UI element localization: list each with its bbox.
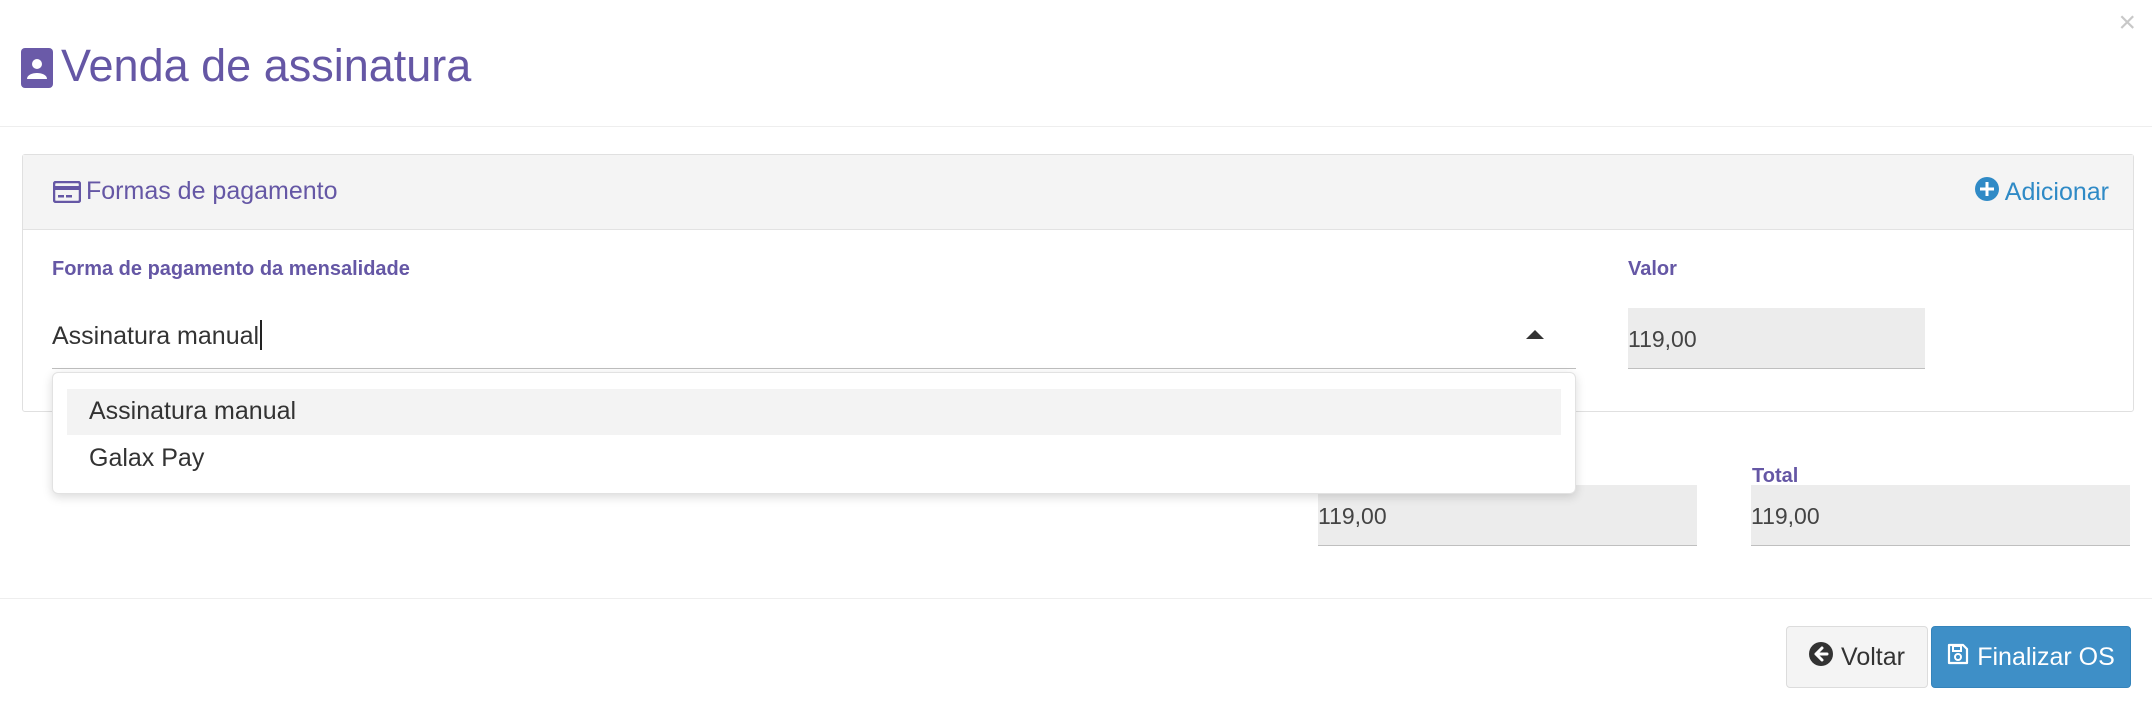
save-icon [1947,643,1969,672]
total-field-text: 119,00 [1751,503,1820,529]
payment-method-label: Forma de pagamento da mensalidade [52,258,410,280]
payment-method-dropdown: Assinatura manual Galax Pay [52,372,1576,494]
payment-method-value-wrap: Assinatura manual [52,320,263,351]
dropdown-option-assinatura-manual[interactable]: Assinatura manual [67,389,1561,435]
payments-panel-title: Formas de pagamento [86,177,338,205]
back-button-label: Voltar [1841,642,1905,671]
payments-panel-header: Formas de pagamento Adicionar [23,155,2133,230]
value-field-text: 119,00 [1628,326,1697,352]
dropdown-option-galax-pay[interactable]: Galax Pay [67,436,1561,482]
subtotal-field-text: 119,00 [1318,503,1387,529]
subtotal-field[interactable]: 119,00 [1318,485,1697,546]
finish-button-label: Finalizar OS [1977,642,2115,671]
modal-header: Venda de assinatura [0,0,2152,127]
caret-up-icon[interactable] [1526,330,1544,339]
add-payment-button[interactable]: Adicionar [1974,177,2109,208]
value-field[interactable]: 119,00 [1628,308,1925,369]
user-card-icon [21,48,53,88]
total-field[interactable]: 119,00 [1751,485,2130,546]
value-label: Valor [1628,258,1677,280]
payment-method-select[interactable]: Assinatura manual [52,304,1576,369]
dropdown-option-label: Assinatura manual [89,397,297,425]
close-icon[interactable]: × [2118,8,2136,38]
dropdown-option-label: Galax Pay [89,444,205,472]
credit-card-icon [52,180,82,208]
add-payment-label: Adicionar [2004,178,2109,206]
finish-button[interactable]: Finalizar OS [1931,626,2131,688]
text-caret [260,320,263,350]
arrow-left-circle-icon [1809,641,1834,673]
payment-method-value: Assinatura manual [52,322,260,350]
footer-divider [0,598,2152,599]
back-button[interactable]: Voltar [1786,626,1928,688]
plus-circle-icon [1974,177,1999,208]
modal-title: Venda de assinatura [61,40,472,91]
